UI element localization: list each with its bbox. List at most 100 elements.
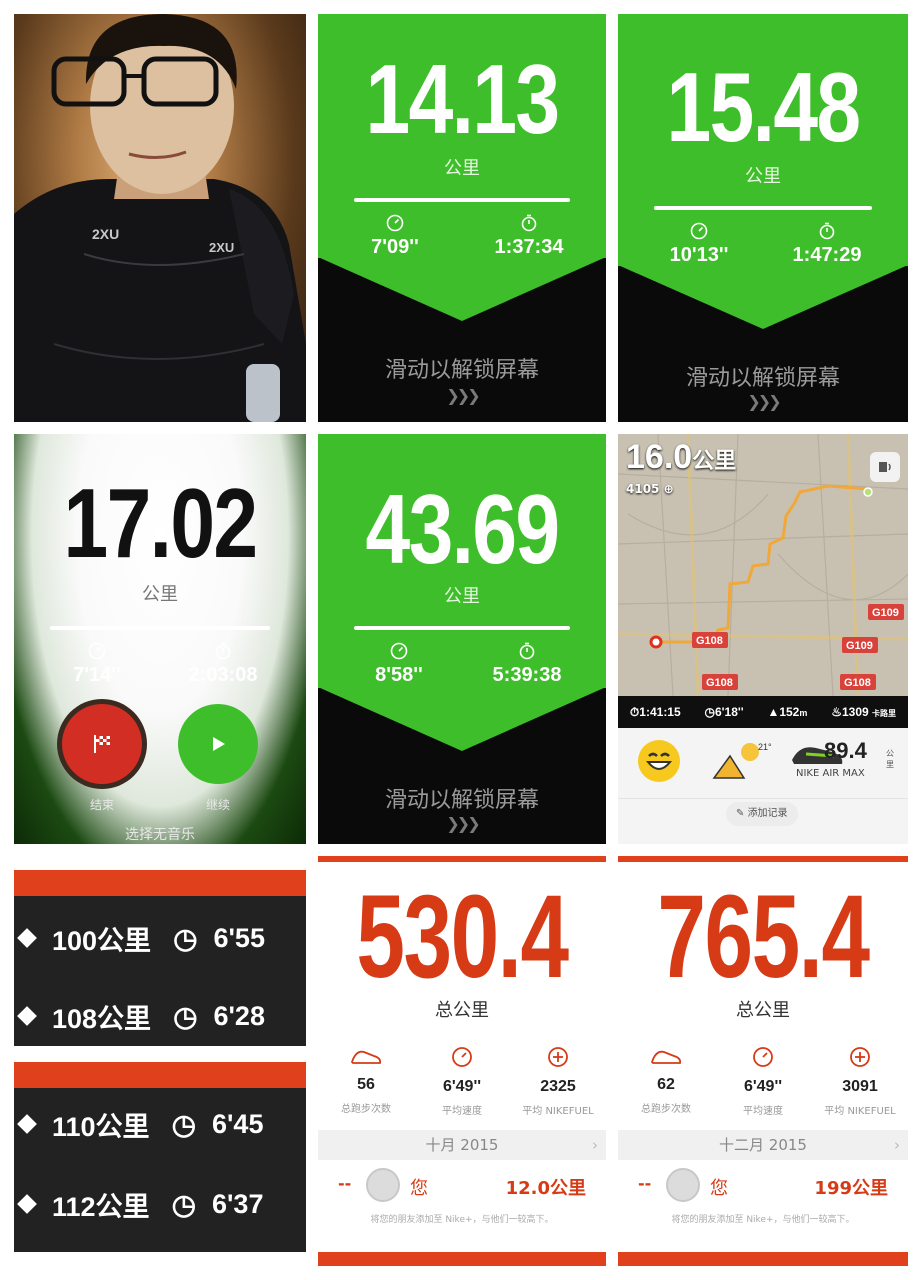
footer-bar bbox=[618, 1252, 908, 1266]
pace-stat: 7'14'' bbox=[32, 642, 162, 687]
lock-area[interactable]: 滑动以解锁屏幕 ❯❯❯ bbox=[318, 687, 606, 844]
avatar bbox=[366, 1168, 400, 1202]
duration-stat: 1:47:29 bbox=[762, 222, 892, 267]
splits-card: 100公里 ◷ 6'55 108公里 ◷ 6'28 110公里 ◷ 6'45 1… bbox=[14, 856, 306, 1266]
total-distance: 765.4 bbox=[657, 871, 870, 1003]
shoe-icon bbox=[350, 1050, 382, 1064]
duration-value: 5:39:38 bbox=[492, 664, 562, 686]
pace-value: 8'58'' bbox=[375, 664, 423, 686]
speedometer-icon bbox=[690, 222, 708, 240]
splits-group-1: 100公里 ◷ 6'55 108公里 ◷ 6'28 bbox=[14, 870, 306, 1046]
invite-friends-text[interactable]: 将您的朋友添加至 Nike+，与他们一较高下。 bbox=[618, 1212, 908, 1225]
chevron-down-shape bbox=[318, 257, 606, 321]
map-duration: ⏱1:41:15 bbox=[629, 704, 681, 719]
diamond-icon bbox=[17, 1194, 37, 1214]
map-elevation: ▲152m bbox=[767, 705, 808, 719]
diamond-icon bbox=[17, 1114, 37, 1134]
fuel-stat: 3091 平均 NIKEFUEL bbox=[812, 1046, 908, 1117]
fuel-points: 4105 ⊕ bbox=[626, 482, 674, 496]
shoe-name: NIKE AIR MAX bbox=[796, 768, 865, 779]
slide-to-unlock-text: 滑动以解锁屏幕 bbox=[384, 358, 539, 383]
shoe-unit: 公里 bbox=[886, 749, 894, 769]
progress-bar bbox=[654, 206, 872, 210]
add-note-button[interactable]: ✎ 添加记录 bbox=[726, 802, 798, 826]
runs-stat: 62 总跑步次数 bbox=[618, 1046, 714, 1115]
checkered-flag-icon bbox=[94, 735, 110, 753]
run-card-3: 43.69 公里 8'58'' 5:39:38 滑动以解锁屏幕 ❯❯❯ bbox=[318, 434, 606, 844]
pace-value: 10'13'' bbox=[669, 244, 729, 266]
speedometer-icon bbox=[390, 642, 408, 660]
nikefuel-icon bbox=[548, 1047, 568, 1067]
distance-unit: 公里 bbox=[444, 158, 480, 179]
terrain-weather-icon[interactable]: 21° bbox=[710, 738, 772, 784]
month-selector[interactable]: 十二月 2015 › bbox=[618, 1130, 908, 1160]
shirt-logo-right: 2XU bbox=[209, 240, 234, 255]
resume-label: 继续 bbox=[205, 798, 230, 812]
avatar bbox=[666, 1168, 700, 1202]
speedometer-icon bbox=[88, 642, 106, 660]
paused-run-card: 17.02 公里 7'14'' 2:03:08 结束 继续 选择无音乐 bbox=[14, 434, 306, 844]
svg-text:21°: 21° bbox=[758, 742, 772, 752]
header-bar bbox=[318, 856, 606, 862]
diamond-icon bbox=[17, 928, 37, 948]
shoe-info[interactable]: 89.4 公里 NIKE AIR MAX bbox=[790, 734, 900, 784]
road-label: G109 bbox=[872, 607, 899, 619]
totals-card-october: 530.4 总公里 56 总跑步次数 6'49'' 平均速度 2325 平均 N… bbox=[318, 856, 606, 1266]
slide-to-unlock-text: 滑动以解锁屏幕 bbox=[384, 788, 539, 813]
lock-area[interactable]: 滑动以解锁屏幕 ❯❯❯ bbox=[318, 257, 606, 422]
pace-value: 7'09'' bbox=[371, 236, 419, 258]
mood-emoji-icon[interactable] bbox=[638, 740, 680, 782]
pace-stat: 7'09'' bbox=[330, 214, 460, 259]
timer-icon: ◷ bbox=[173, 922, 198, 954]
distance-unit: 公里 bbox=[444, 586, 480, 607]
diamond-icon bbox=[17, 1006, 37, 1026]
month-selector[interactable]: 十月 2015 › bbox=[318, 1130, 606, 1160]
timer-icon: ◷ bbox=[171, 1188, 196, 1220]
lock-area[interactable]: 滑动以解锁屏幕 ❯❯❯ bbox=[618, 265, 908, 422]
chevron-right-icon: › bbox=[894, 1136, 900, 1154]
pace-value: 7'14'' bbox=[73, 664, 121, 686]
map-pace: ◷6'18'' bbox=[704, 705, 744, 719]
splits-group-2: 110公里 ◷ 6'45 112公里 ◷ 6'37 bbox=[14, 1062, 306, 1252]
split-row: 100公里 ◷ 6'55 bbox=[14, 918, 306, 958]
splits-header-bar bbox=[14, 1062, 306, 1088]
invite-friends-text[interactable]: 将您的朋友添加至 Nike+，与他们一较高下。 bbox=[318, 1212, 606, 1225]
footer-bar bbox=[318, 1252, 606, 1266]
progress-bar bbox=[354, 198, 570, 202]
divider bbox=[618, 798, 908, 799]
pace-stat: 6'49'' 平均速度 bbox=[414, 1046, 510, 1117]
progress-bar bbox=[50, 626, 270, 630]
select-no-music-button[interactable]: 选择无音乐 bbox=[14, 824, 306, 844]
leaderboard-row[interactable]: -- 您 12.0公里 bbox=[318, 1162, 606, 1208]
road-label: G108 bbox=[696, 635, 723, 647]
run-distance: 14.13 bbox=[365, 44, 561, 154]
totals-card-december: 765.4 总公里 62 总跑步次数 6'49'' 平均速度 3091 平均 N… bbox=[618, 856, 908, 1266]
map-distance-value: 16.0 bbox=[626, 438, 693, 476]
speedometer-icon bbox=[452, 1047, 472, 1067]
stopwatch-icon bbox=[519, 642, 535, 660]
chevron-down-shape bbox=[318, 687, 606, 751]
map-share-button[interactable] bbox=[870, 452, 900, 482]
slide-arrows-icon: ❯❯❯ bbox=[747, 392, 781, 411]
split-row: 112公里 ◷ 6'37 bbox=[14, 1184, 306, 1224]
chevron-down-shape bbox=[618, 265, 908, 329]
distance-unit: 公里 bbox=[745, 166, 781, 187]
map-distance-unit: 公里 bbox=[692, 448, 737, 473]
timer-icon: ◷ bbox=[173, 1000, 198, 1032]
map-stats-bar: ⏱1:41:15 ◷6'18'' ▲152m ♨1309 卡路里 bbox=[618, 696, 908, 728]
run-card-1: 14.13 公里 7'09'' 1:37:34 滑动以解锁屏幕 ❯❯❯ bbox=[318, 14, 606, 422]
shoe-distance: 89.4 bbox=[824, 738, 867, 763]
duration-value: 1:47:29 bbox=[792, 244, 862, 266]
pace-stat: 10'13'' bbox=[634, 222, 764, 267]
slide-arrows-icon: ❯❯❯ bbox=[446, 386, 480, 405]
chevron-right-icon: › bbox=[592, 1136, 598, 1154]
distance-unit: 公里 bbox=[142, 584, 178, 605]
end-run-button[interactable] bbox=[62, 704, 142, 784]
map-calories: ♨1309 卡路里 bbox=[831, 705, 897, 719]
slide-to-unlock-text: 滑动以解锁屏幕 bbox=[685, 366, 840, 391]
resume-run-button[interactable] bbox=[178, 704, 258, 784]
runs-stat: 56 总跑步次数 bbox=[318, 1046, 414, 1115]
leaderboard-row[interactable]: -- 您 199公里 bbox=[618, 1162, 908, 1208]
map-distance: 16.0公里 bbox=[626, 438, 736, 477]
route-map[interactable]: G109 G108 G108 G108 G109 16.0公里 4105 ⊕ bbox=[618, 434, 908, 697]
